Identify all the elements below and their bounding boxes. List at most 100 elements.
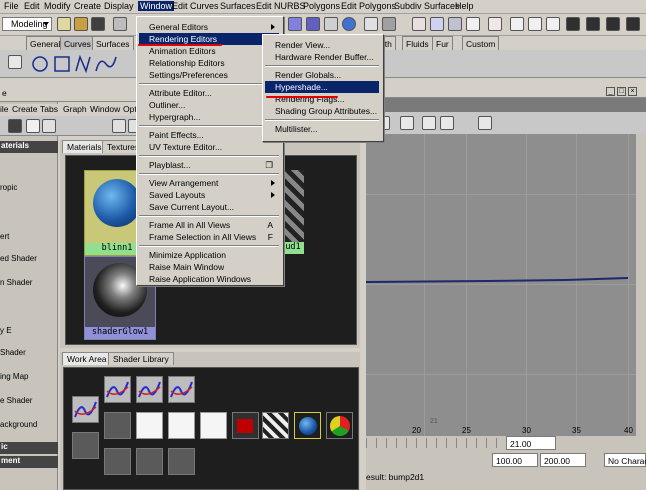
- hs-menu-file[interactable]: ile: [0, 104, 9, 114]
- close-button[interactable]: ×: [628, 87, 637, 96]
- create-item[interactable]: n Shader: [0, 278, 32, 287]
- graph-textures-icon[interactable]: [42, 119, 56, 133]
- history-icon[interactable]: [364, 17, 378, 31]
- shelf-tab-surfaces[interactable]: Surfaces: [92, 36, 134, 50]
- anim-curve[interactable]: [366, 274, 636, 286]
- output-ops-icon[interactable]: [430, 17, 444, 31]
- menu-item[interactable]: Minimize Application: [139, 249, 279, 261]
- menu-edit[interactable]: Edit: [24, 1, 40, 11]
- shading-group-node[interactable]: [326, 412, 353, 439]
- mode-selector[interactable]: Modeling: [2, 17, 52, 31]
- create-item[interactable]: e Shader: [0, 396, 32, 405]
- checker-swatch[interactable]: ud1: [282, 170, 304, 254]
- bump-node[interactable]: [232, 412, 259, 439]
- cycle-icon[interactable]: [422, 116, 436, 130]
- clapper4-icon[interactable]: [606, 17, 620, 31]
- menu-file[interactable]: File: [4, 1, 19, 11]
- menu-item[interactable]: Hypergraph...: [139, 111, 279, 123]
- create-item[interactable]: ing Map: [0, 372, 28, 381]
- menu-item[interactable]: Attribute Editor...: [139, 87, 279, 99]
- create-item[interactable]: ert: [0, 232, 9, 241]
- place2d-node[interactable]: [72, 432, 99, 459]
- menu-item[interactable]: Render View...: [265, 39, 379, 51]
- clapper3-icon[interactable]: [586, 17, 600, 31]
- anim-curve-node[interactable]: [136, 376, 163, 403]
- input-ops-icon[interactable]: [412, 17, 426, 31]
- menu-edit-polygons[interactable]: Edit Polygons: [341, 1, 396, 11]
- snap-plane-icon[interactable]: [342, 17, 356, 31]
- undo-curve-icon[interactable]: [440, 116, 454, 130]
- menu-item[interactable]: Settings/Preferences: [139, 69, 279, 81]
- maximize-button[interactable]: □: [617, 87, 626, 96]
- place2d-node[interactable]: [104, 448, 131, 475]
- menu-surfaces[interactable]: Surfaces: [220, 1, 256, 11]
- clear-graph-icon[interactable]: [112, 119, 126, 133]
- file-node[interactable]: [168, 412, 195, 439]
- minimize-button[interactable]: _: [606, 87, 615, 96]
- tab-shader-library[interactable]: Shader Library: [108, 352, 174, 365]
- create-item[interactable]: y E: [0, 326, 12, 335]
- create-item[interactable]: ed Shader: [0, 254, 37, 263]
- menu-item[interactable]: Animation Editors: [139, 45, 279, 57]
- tangent-icon[interactable]: [400, 116, 414, 130]
- select-curve-icon[interactable]: [466, 17, 480, 31]
- snap-curve-icon[interactable]: [306, 17, 320, 31]
- graph-materials-icon[interactable]: [26, 119, 40, 133]
- selection-mask-icon[interactable]: [448, 17, 462, 31]
- new-scene-icon[interactable]: [57, 17, 71, 31]
- shelf-tab-fluids[interactable]: Fluids: [402, 36, 433, 50]
- snap-point-icon[interactable]: [324, 17, 338, 31]
- range-start-field[interactable]: 100.00: [492, 453, 538, 467]
- snap-grid-icon[interactable]: [288, 17, 302, 31]
- menu-item[interactable]: Outliner...: [139, 99, 279, 111]
- hs-menu-options[interactable]: Opt: [123, 104, 137, 114]
- hs-menu-graph[interactable]: Graph: [63, 104, 87, 114]
- menu-polygons[interactable]: Polygons: [303, 1, 340, 11]
- menu-help[interactable]: Help: [455, 1, 474, 11]
- menu-modify[interactable]: Modify: [44, 1, 71, 11]
- menu-display[interactable]: Display: [104, 1, 134, 11]
- tab-work-area[interactable]: Work Area: [62, 352, 112, 365]
- anim-curve-node[interactable]: [72, 396, 99, 423]
- menu-item[interactable]: Render Globals...: [265, 69, 379, 81]
- current-frame-field[interactable]: 21.00: [506, 436, 556, 450]
- menu-item[interactable]: Save Current Layout...: [139, 201, 279, 213]
- shelf-tab-general[interactable]: General: [26, 36, 65, 50]
- place2d-node[interactable]: [168, 448, 195, 475]
- place2d-node[interactable]: [104, 412, 131, 439]
- range-end-field[interactable]: 200.00: [540, 453, 586, 467]
- menu-subdiv-surfaces[interactable]: Subdiv Surfaces: [394, 1, 460, 11]
- menu-item[interactable]: Frame All in All Views A: [139, 219, 279, 231]
- create-item[interactable]: ropic: [0, 183, 17, 192]
- create-item[interactable]: Shader: [0, 348, 26, 357]
- menu-item[interactable]: UV Texture Editor...: [139, 141, 279, 153]
- menu-item[interactable]: Shading Group Attributes...: [265, 105, 379, 117]
- blinn-node[interactable]: [294, 412, 321, 439]
- shelf-tab-curves[interactable]: Curves: [60, 36, 95, 50]
- menu-window[interactable]: Window: [138, 1, 175, 11]
- create-item[interactable]: ackground: [0, 420, 37, 429]
- file-node[interactable]: [136, 412, 163, 439]
- shelf-curve-tools[interactable]: [30, 54, 130, 74]
- shelf-options-icon[interactable]: [8, 55, 22, 69]
- save-scene-icon[interactable]: [91, 17, 105, 31]
- menu-item[interactable]: General Editors: [139, 21, 279, 33]
- file-node[interactable]: [200, 412, 227, 439]
- render-frame-icon[interactable]: [488, 17, 502, 31]
- menu-item[interactable]: Hardware Render Buffer...: [265, 51, 379, 63]
- menu-item[interactable]: Raise Application Windows: [139, 273, 279, 285]
- anim-curve-node[interactable]: [168, 376, 195, 403]
- menu-item[interactable]: Frame Selection in All Views F: [139, 231, 279, 243]
- shelf-tab-custom[interactable]: Custom: [462, 36, 500, 50]
- hs-menu-window[interactable]: Window: [90, 104, 120, 114]
- graph-scrollbar[interactable]: [636, 134, 646, 436]
- hs-menu-tabs[interactable]: Tabs: [40, 104, 58, 114]
- menu-edit-curves[interactable]: Edit Curves: [172, 1, 219, 11]
- menu-item[interactable]: Rendering Flags...: [265, 93, 379, 105]
- graph-plot[interactable]: 20 21 25 30 35 40: [366, 134, 636, 436]
- create-bar-toggle-icon[interactable]: [8, 119, 22, 133]
- menu-item[interactable]: Paint Effects...: [139, 129, 279, 141]
- tab-materials[interactable]: Materials: [62, 140, 107, 153]
- construction-icon[interactable]: [382, 17, 396, 31]
- clapper-icon[interactable]: [528, 17, 542, 31]
